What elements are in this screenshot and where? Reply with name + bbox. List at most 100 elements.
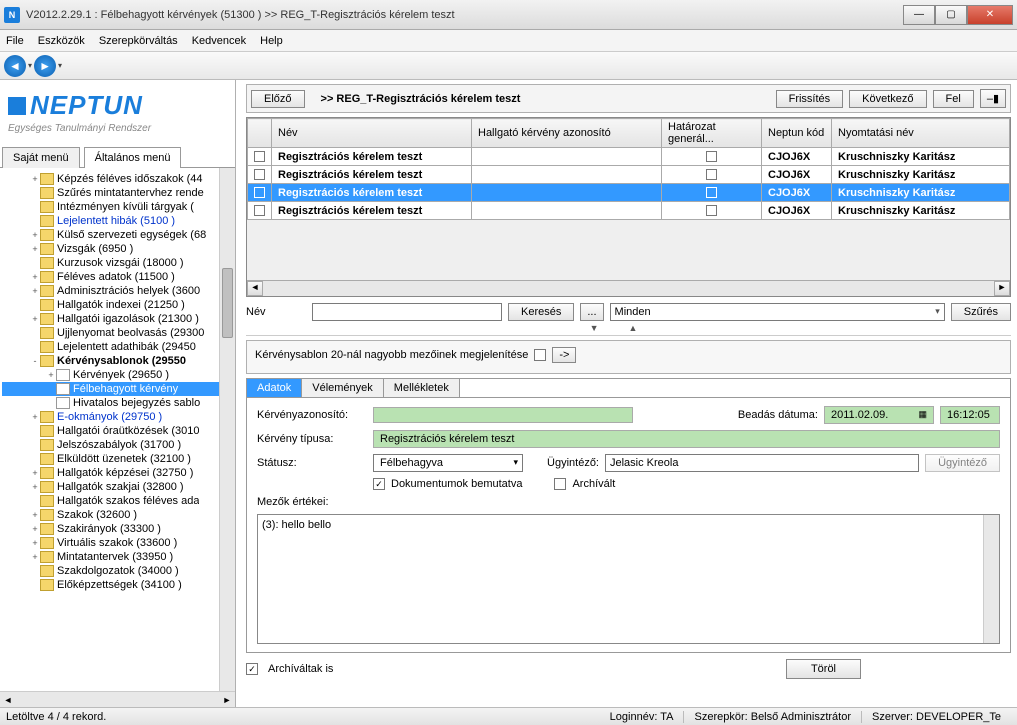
top-toolbar: Előző >> REG_T-Regisztrációs kérelem tes… — [246, 84, 1011, 113]
prev-button[interactable]: Előző — [251, 90, 305, 108]
tree-item[interactable]: Hallgatói óraütközések (3010 — [2, 424, 233, 438]
pin-button[interactable]: –▮ — [980, 89, 1006, 108]
col-check[interactable] — [248, 119, 272, 148]
field-status[interactable]: Félbehagyva — [373, 454, 523, 472]
tree-item[interactable]: +E-okmányok (29750 ) — [2, 410, 233, 424]
tree-item[interactable]: Hallgatók indexei (21250 ) — [2, 298, 233, 312]
calendar-icon[interactable]: ▦ — [918, 409, 927, 420]
lbl-ugy: Ügyintéző: — [529, 457, 599, 469]
tree-item[interactable]: Ujjlenyomat beolvasás (29300 — [2, 326, 233, 340]
table-row[interactable]: Regisztrációs kérelem tesztCJOJ6XKruschn… — [248, 202, 1010, 220]
field-bead-time: 16:12:05 — [940, 406, 1000, 424]
tree-hscroll[interactable]: ◄► — [0, 691, 235, 707]
back-dropdown[interactable]: ▾ — [28, 61, 32, 70]
tree-item[interactable]: Hallgatók szakos féléves ada — [2, 494, 233, 508]
panel-text: Kérvénysablon 20-nál nagyobb mezőinek me… — [255, 349, 528, 361]
tree-item[interactable]: Jelszószabályok (31700 ) — [2, 438, 233, 452]
check-archivalt[interactable] — [554, 478, 566, 490]
tree-item[interactable]: Szűrés mintatantervhez rende — [2, 186, 233, 200]
back-button[interactable]: ◄ — [4, 55, 26, 77]
delete-button[interactable]: Töröl — [786, 659, 861, 679]
forward-dropdown[interactable]: ▾ — [58, 61, 62, 70]
tree-item[interactable]: +Hallgatók szakjai (32800 ) — [2, 480, 233, 494]
tree-scrollbar[interactable] — [219, 168, 235, 691]
close-button[interactable]: ✕ — [967, 5, 1013, 25]
tree-item[interactable]: +Külső szervezeti egységek (68 — [2, 228, 233, 242]
menubar: File Eszközök Szerepkörváltás Kedvencek … — [0, 30, 1017, 52]
tree-item[interactable]: Kurzusok vizsgái (18000 ) — [2, 256, 233, 270]
check-archivaltak-is[interactable]: ✓ — [246, 663, 258, 675]
tree-item[interactable]: Elküldött üzenetek (32100 ) — [2, 452, 233, 466]
tree-item[interactable]: +Mintatantervek (33950 ) — [2, 550, 233, 564]
search-more-button[interactable]: ... — [580, 303, 603, 321]
content: Előző >> REG_T-Regisztrációs kérelem tes… — [236, 80, 1017, 707]
grid-hscroll[interactable]: ◄► — [247, 280, 1010, 296]
maximize-button[interactable]: ▢ — [935, 5, 967, 25]
col-nev[interactable]: Név — [272, 119, 472, 148]
logo-subtitle: Egységes Tanulmányi Rendszer — [8, 123, 227, 134]
tree-item[interactable]: +Szakok (32600 ) — [2, 508, 233, 522]
tree-item[interactable]: +Vizsgák (6950 ) — [2, 242, 233, 256]
tree-item[interactable]: +Hallgatók képzései (32750 ) — [2, 466, 233, 480]
menu-szerepkor[interactable]: Szerepkörváltás — [99, 35, 178, 47]
search-input[interactable] — [312, 303, 502, 321]
nav-toolbar: ◄ ▾ ► ▾ — [0, 52, 1017, 80]
col-hka[interactable]: Hallgató kérvény azonosító — [472, 119, 662, 148]
col-nynev[interactable]: Nyomtatási név — [832, 119, 1010, 148]
panel-apply-button[interactable]: -> — [552, 347, 576, 363]
memo-mezok[interactable]: (3): hello bello — [257, 514, 1000, 644]
tree[interactable]: +Képzés féléves időszakok (44Szűrés mint… — [0, 168, 235, 691]
tree-item[interactable]: Lejelentett hibák (5100 ) — [2, 214, 233, 228]
refresh-button[interactable]: Frissítés — [776, 90, 844, 108]
request-grid[interactable]: Név Hallgató kérvény azonosító Határozat… — [246, 117, 1011, 297]
tree-item[interactable]: Lejelentett adathibák (29450 — [2, 340, 233, 354]
tree-item[interactable]: +Féléves adatok (11500 ) — [2, 270, 233, 284]
logo-icon — [8, 97, 26, 115]
tab-mellekletek[interactable]: Mellékletek — [384, 379, 460, 397]
check-dokumentumok[interactable]: ✓ — [373, 478, 385, 490]
memo-scrollbar[interactable] — [983, 515, 999, 643]
tree-item[interactable]: +Kérvények (29650 ) — [2, 368, 233, 382]
table-row[interactable]: Regisztrációs kérelem tesztCJOJ6XKruschn… — [248, 166, 1010, 184]
menu-help[interactable]: Help — [260, 35, 283, 47]
tree-item[interactable]: +Szakirányok (33300 ) — [2, 522, 233, 536]
splitter[interactable]: ▼▲ — [246, 321, 1011, 336]
field-bead-date[interactable]: 2011.02.09.▦ — [824, 406, 934, 424]
table-row[interactable]: Regisztrációs kérelem tesztCJOJ6XKruschn… — [248, 148, 1010, 166]
col-nkod[interactable]: Neptun kód — [762, 119, 832, 148]
filter-combo[interactable]: Minden — [610, 303, 945, 321]
lbl-kaz: Kérvényazonosító: — [257, 409, 367, 421]
tree-item[interactable]: +Adminisztrációs helyek (3600 — [2, 284, 233, 298]
ugyintezo-button[interactable]: Ügyintéző — [925, 454, 1000, 472]
tab-sajat-menu[interactable]: Saját menü — [2, 147, 80, 168]
status-server: Szerver: DEVELOPER_Te — [862, 711, 1011, 723]
filter-button[interactable]: Szűrés — [951, 303, 1011, 321]
menu-kedvencek[interactable]: Kedvencek — [192, 35, 246, 47]
col-hg[interactable]: Határozat generál... — [662, 119, 762, 148]
minimize-button[interactable]: — — [903, 5, 935, 25]
tree-item[interactable]: -Kérvénysablonok (29550 — [2, 354, 233, 368]
tree-item[interactable]: +Virtuális szakok (33600 ) — [2, 536, 233, 550]
next-button[interactable]: Következő — [849, 90, 926, 108]
field-ugy[interactable]: Jelasic Kreola — [605, 454, 919, 472]
table-row[interactable]: Regisztrációs kérelem tesztCJOJ6XKruschn… — [248, 184, 1010, 202]
tab-adatok[interactable]: Adatok — [247, 379, 302, 397]
tree-item[interactable]: +Hallgatói igazolások (21300 ) — [2, 312, 233, 326]
tree-item[interactable]: Szakdolgozatok (34000 ) — [2, 564, 233, 578]
detail-form: Kérvényazonosító: Beadás dátuma: 2011.02… — [246, 397, 1011, 653]
menu-file[interactable]: File — [6, 35, 24, 47]
tree-item[interactable]: Intézményen kívüli tárgyak ( — [2, 200, 233, 214]
tab-altalanos-menu[interactable]: Általános menü — [84, 147, 182, 168]
panel-check[interactable] — [534, 349, 546, 361]
tree-item[interactable]: +Képzés féléves időszakok (44 — [2, 172, 233, 186]
up-button[interactable]: Fel — [933, 90, 974, 108]
tree-item[interactable]: Félbehagyott kérvény — [2, 382, 233, 396]
menu-eszkozok[interactable]: Eszközök — [38, 35, 85, 47]
tree-item[interactable]: Előképzettségek (34100 ) — [2, 578, 233, 592]
breadcrumb: >> REG_T-Regisztrációs kérelem teszt — [311, 93, 770, 105]
search-label: Név — [246, 306, 306, 318]
forward-button[interactable]: ► — [34, 55, 56, 77]
tree-item[interactable]: Hivatalos bejegyzés sablo — [2, 396, 233, 410]
tab-velemenyek[interactable]: Vélemények — [302, 379, 384, 397]
search-button[interactable]: Keresés — [508, 303, 574, 321]
